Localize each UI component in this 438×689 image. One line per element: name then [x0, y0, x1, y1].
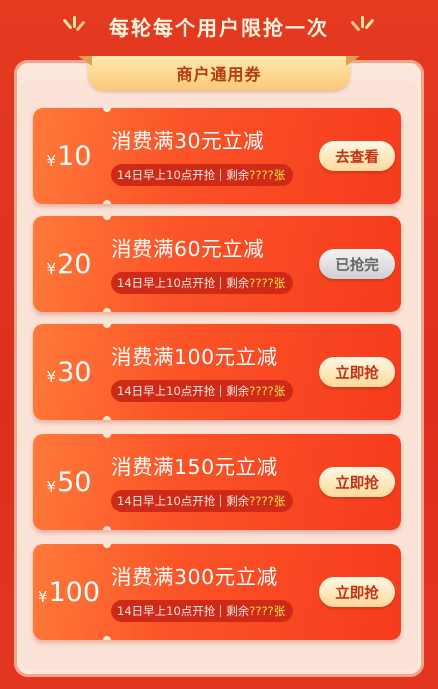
- start-time: 14日早上10点开抢: [117, 276, 216, 290]
- coupon-title: 消费满30元立减: [111, 129, 265, 153]
- amount-value: 20: [57, 248, 92, 280]
- currency-symbol: ¥: [46, 368, 57, 386]
- ticket-divider: [103, 324, 111, 420]
- ticket-divider: [103, 108, 111, 204]
- ticket-divider: [103, 216, 111, 312]
- coupon-info: 14日早上10点开抢 剩余 ????张: [111, 272, 294, 294]
- start-time: 14日早上10点开抢: [117, 604, 216, 618]
- start-time: 14日早上10点开抢: [117, 494, 216, 508]
- currency-symbol: ¥: [46, 478, 57, 496]
- divider: [220, 169, 222, 181]
- sold-out-button[interactable]: 已抢完: [319, 249, 395, 279]
- coupon-title: 消费满150元立减: [111, 455, 278, 479]
- remain-label: 剩余: [226, 384, 250, 398]
- header: 每轮每个用户限抢一次: [0, 0, 438, 52]
- ticket-divider: [103, 434, 111, 530]
- coupon-amount: ¥ 30: [33, 324, 105, 420]
- section-title: 商户通用券: [176, 65, 262, 84]
- grab-button[interactable]: 去查看: [319, 141, 395, 171]
- coupon-info: 14日早上10点开抢 剩余 ????张: [111, 600, 294, 622]
- sparkle-icon: [62, 16, 86, 38]
- ticket-divider: [103, 544, 111, 640]
- coupon-card: ¥ 30 消费满100元立减 14日早上10点开抢 剩余 ????张 立即抢: [33, 324, 401, 420]
- coupon-card: ¥ 50 消费满150元立减 14日早上10点开抢 剩余 ????张 立即抢: [33, 434, 401, 530]
- coupon-card: ¥ 100 消费满300元立减 14日早上10点开抢 剩余 ????张 立即抢: [33, 544, 401, 640]
- divider: [220, 495, 222, 507]
- divider: [220, 605, 222, 617]
- divider: [220, 277, 222, 289]
- remain-label: 剩余: [226, 604, 250, 618]
- sparkle-icon: [350, 16, 375, 38]
- grab-button[interactable]: 立即抢: [319, 357, 395, 387]
- remain-count: ????张: [249, 384, 286, 398]
- remain-label: 剩余: [226, 276, 250, 290]
- coupon-page: 每轮每个用户限抢一次 商户通用券 ¥ 10 消费满30元立减 14日早上10点开…: [0, 0, 438, 689]
- coupon-info: 14日早上10点开抢 剩余 ????张: [111, 380, 294, 402]
- coupon-amount: ¥ 100: [33, 544, 105, 640]
- remain-count: ????张: [249, 494, 286, 508]
- start-time: 14日早上10点开抢: [117, 168, 216, 182]
- remain-label: 剩余: [226, 494, 250, 508]
- currency-symbol: ¥: [46, 152, 57, 170]
- remain-label: 剩余: [226, 168, 250, 182]
- start-time: 14日早上10点开抢: [117, 384, 216, 398]
- currency-symbol: ¥: [46, 260, 57, 278]
- coupon-amount: ¥ 50: [33, 434, 105, 530]
- coupon-info: 14日早上10点开抢 剩余 ????张: [111, 490, 294, 512]
- grab-button[interactable]: 立即抢: [319, 577, 395, 607]
- remain-count: ????张: [249, 604, 286, 618]
- amount-value: 30: [57, 356, 92, 388]
- remain-count: ????张: [249, 276, 286, 290]
- coupon-card: ¥ 20 消费满60元立减 14日早上10点开抢 剩余 ????张 已抢完: [33, 216, 401, 312]
- divider: [220, 385, 222, 397]
- page-title: 每轮每个用户限抢一次: [109, 15, 329, 40]
- coupon-title: 消费满100元立减: [111, 345, 278, 369]
- amount-value: 50: [57, 466, 92, 498]
- coupon-amount: ¥ 20: [33, 216, 105, 312]
- coupon-info: 14日早上10点开抢 剩余 ????张: [111, 164, 294, 186]
- coupon-title: 消费满300元立减: [111, 565, 278, 589]
- coupon-card: ¥ 10 消费满30元立减 14日早上10点开抢 剩余 ????张 去查看: [33, 108, 401, 204]
- section-ribbon: 商户通用券: [88, 56, 350, 90]
- currency-symbol: ¥: [37, 588, 48, 606]
- grab-button[interactable]: 立即抢: [319, 467, 395, 497]
- amount-value: 100: [48, 576, 101, 608]
- coupon-title: 消费满60元立减: [111, 237, 265, 261]
- remain-count: ????张: [249, 168, 286, 182]
- amount-value: 10: [57, 140, 92, 172]
- coupon-amount: ¥ 10: [33, 108, 105, 204]
